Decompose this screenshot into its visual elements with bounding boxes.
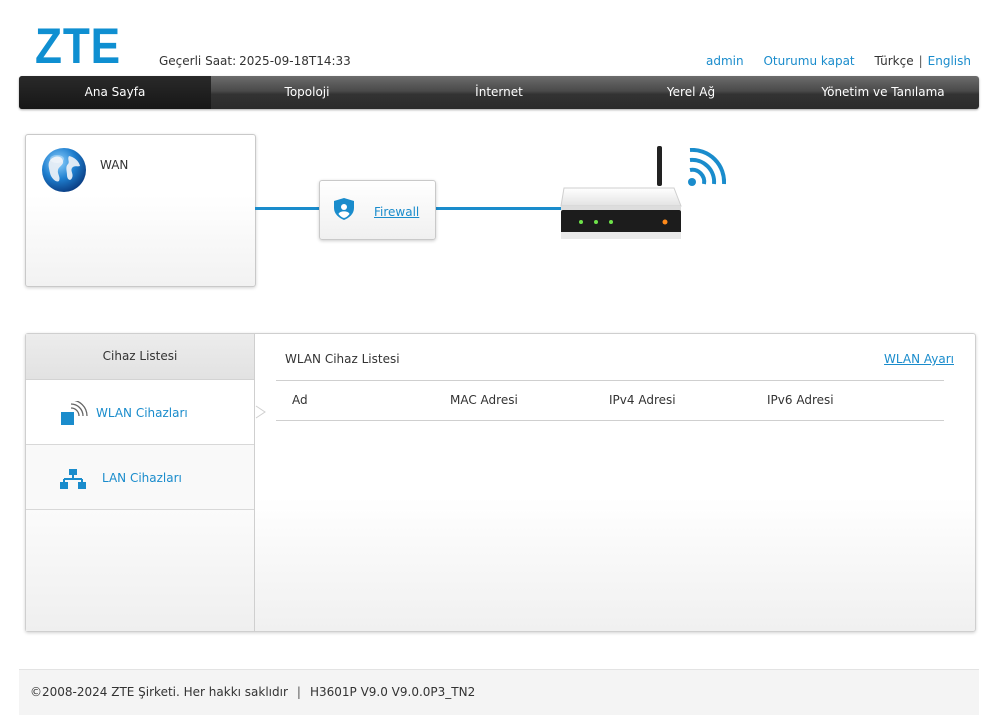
nav-internet[interactable]: İnternet xyxy=(403,76,595,109)
lan-icon xyxy=(60,469,86,489)
device-table-header: Ad MAC Adresi IPv4 Adresi IPv6 Adresi xyxy=(276,380,944,421)
column-mac-address: MAC Adresi xyxy=(450,393,518,407)
sidebar-empty-area xyxy=(26,510,254,631)
footer: ©2008-2024 ZTE Şirketi. Her hakkı saklıd… xyxy=(19,669,979,715)
user-link[interactable]: admin xyxy=(706,54,744,68)
main-nav: Ana Sayfa Topoloji İnternet Yerel Ağ Yön… xyxy=(19,76,979,109)
globe-icon xyxy=(42,148,86,192)
svg-text:ZTE: ZTE xyxy=(35,22,121,68)
nav-home[interactable]: Ana Sayfa xyxy=(19,76,211,109)
nav-local-network[interactable]: Yerel Ağ xyxy=(595,76,787,109)
footer-copyright: ©2008-2024 ZTE Şirketi. Her hakkı saklıd… xyxy=(30,685,288,699)
zte-logo: ZTE xyxy=(35,18,125,74)
language-english-link[interactable]: English xyxy=(928,54,971,68)
shield-icon xyxy=(334,198,354,220)
language-separator: | xyxy=(918,54,923,68)
sidebar-item-lan-devices[interactable]: LAN Cihazları xyxy=(26,445,254,510)
nav-topology[interactable]: Topoloji xyxy=(211,76,403,109)
language-current: Türkçe xyxy=(874,54,914,68)
current-time-value: 2025-09-18T14:33 xyxy=(239,54,351,68)
firewall-link[interactable]: Firewall xyxy=(374,205,419,219)
router xyxy=(556,140,736,246)
wifi-signal-icon xyxy=(688,148,726,186)
connection-line-wan-firewall xyxy=(255,207,320,210)
firewall-box: Firewall xyxy=(319,180,436,240)
sidebar-item-wlan-label: WLAN Cihazları xyxy=(96,406,188,420)
footer-version: H3601P V9.0 V9.0.0P3_TN2 xyxy=(309,685,476,699)
footer-separator: | xyxy=(296,685,301,699)
device-panel: Cihaz Listesi WLAN Cihazları LAN Cihazla… xyxy=(25,333,976,632)
current-time: Geçerli Saat: 2025-09-18T14:33 xyxy=(159,54,351,68)
wlan-settings-link[interactable]: WLAN Ayarı xyxy=(884,352,954,366)
wlan-device-list-title: WLAN Cihaz Listesi xyxy=(285,352,400,366)
logout-link[interactable]: Oturumu kapat xyxy=(763,54,854,68)
top-links: admin Oturumu kapat Türkçe | English xyxy=(706,54,971,68)
current-time-label: Geçerli Saat: xyxy=(159,54,237,68)
sidebar-item-lan-label: LAN Cihazları xyxy=(102,471,182,485)
nav-management-diagnostics[interactable]: Yönetim ve Tanılama xyxy=(787,76,979,109)
column-ipv4-address: IPv4 Adresi xyxy=(609,393,676,407)
device-sidebar: Cihaz Listesi WLAN Cihazları LAN Cihazla… xyxy=(26,334,255,631)
connection-line-firewall-router xyxy=(435,207,563,210)
wlan-icon xyxy=(61,401,88,425)
selection-caret-icon xyxy=(255,405,266,419)
column-ipv6-address: IPv6 Adresi xyxy=(767,393,834,407)
zte-logo-mark: ZTE xyxy=(35,18,121,74)
wan-label: WAN xyxy=(100,158,129,172)
sidebar-item-wlan-devices[interactable]: WLAN Cihazları xyxy=(26,380,254,445)
device-list-title: Cihaz Listesi xyxy=(26,334,254,380)
column-name: Ad xyxy=(292,393,308,407)
wan-box[interactable]: WAN xyxy=(25,134,256,287)
